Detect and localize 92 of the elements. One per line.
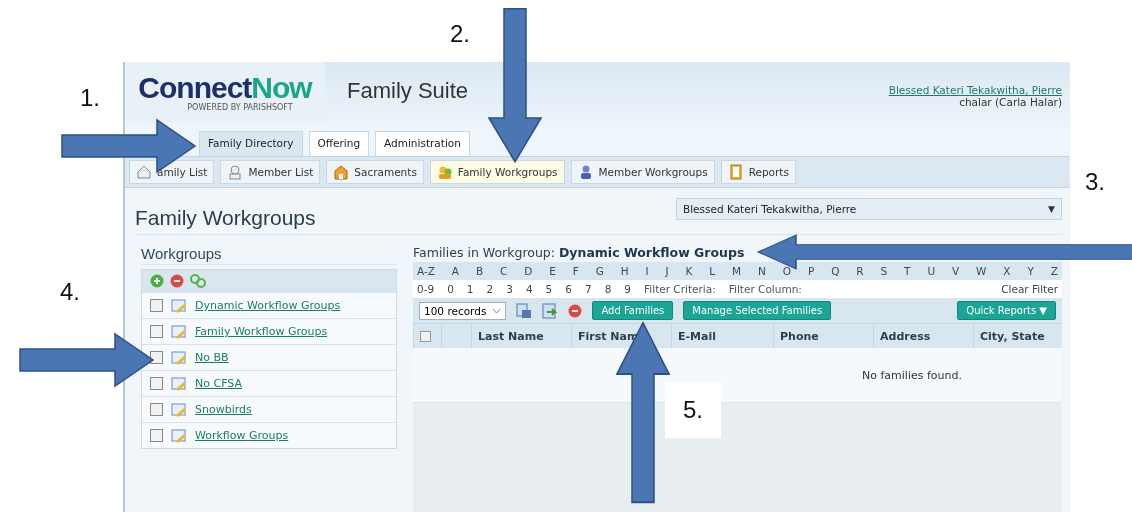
edit-icon[interactable] [171, 428, 187, 443]
house-icon [136, 164, 152, 180]
edit-icon[interactable] [171, 324, 187, 339]
group-icon [436, 164, 453, 180]
checkbox[interactable] [150, 351, 163, 364]
workgroup-link[interactable]: No CFSA [195, 377, 242, 390]
letter-filter[interactable]: N [758, 265, 766, 277]
letter-filter[interactable]: S [880, 265, 888, 277]
checkbox[interactable] [150, 429, 163, 442]
page-title: Family Workgroups [135, 206, 316, 230]
workgroup-link[interactable]: No BB [195, 351, 229, 364]
step-number: 3. [1085, 168, 1105, 196]
letter-filter[interactable]: A-Z [417, 265, 435, 277]
delete-icon[interactable] [568, 303, 583, 318]
digit-filter[interactable]: 8 [604, 283, 612, 295]
checkbox[interactable] [420, 330, 431, 342]
step-number: 5. [665, 382, 721, 438]
refresh-icon[interactable] [190, 274, 206, 288]
digit-filter[interactable]: 0 [447, 283, 454, 295]
letter-filter[interactable]: Y [1027, 265, 1034, 277]
subnav-item[interactable]: Member Workgroups [570, 160, 715, 184]
save-icon[interactable] [516, 302, 533, 319]
step-number: 4. [60, 278, 80, 306]
letter-filter[interactable]: R [856, 265, 864, 277]
letter-filter[interactable]: W [976, 265, 987, 277]
letter-filter[interactable]: I [645, 265, 649, 277]
tab[interactable]: Offering [308, 131, 370, 156]
edit-icon[interactable] [171, 402, 187, 417]
subnav-item[interactable]: amily List [129, 160, 215, 184]
export-icon[interactable] [542, 302, 559, 319]
letter-filter[interactable]: A [451, 265, 459, 277]
digit-filter[interactable]: 4 [525, 283, 533, 295]
letter-filter[interactable]: T [904, 265, 911, 277]
workgroup-link[interactable]: Workflow Groups [195, 429, 289, 442]
letter-filter[interactable]: Q [831, 265, 840, 277]
letter-filter[interactable]: J [665, 265, 669, 277]
remove-icon[interactable] [170, 274, 184, 288]
families-heading: Families in Workgroup: Dynamic Workflow Groups [413, 245, 746, 260]
letter-filter[interactable]: F [572, 265, 579, 277]
parish-link[interactable]: Blessed Kateri Tekakwitha, Pierre [888, 84, 1062, 96]
digit-filter[interactable]: 6 [565, 283, 572, 295]
checkbox[interactable] [150, 325, 163, 338]
notebook-icon [727, 164, 744, 180]
digit-filter[interactable]: 9 [624, 283, 632, 295]
edit-icon[interactable] [171, 298, 187, 313]
letter-filter[interactable]: E [549, 265, 556, 277]
user-login: chalar (Carla Halar) [959, 96, 1062, 108]
workgroup-link[interactable]: Family Workflow Groups [195, 325, 328, 338]
letter-filter[interactable]: O [782, 265, 792, 277]
edit-icon[interactable] [171, 350, 187, 365]
filter-criteria: Filter Criteria: [644, 283, 716, 295]
filter-column: Filter Column: [728, 283, 802, 295]
subnav-item[interactable]: Reports [720, 160, 796, 184]
letter-filter[interactable]: D [524, 265, 533, 277]
letter-filter[interactable]: P [807, 265, 815, 277]
suite-title: Family Suite [347, 78, 469, 104]
letter-filter[interactable]: B [475, 265, 484, 277]
clear-filter-link[interactable]: Clear Filter [1001, 283, 1058, 295]
digit-filter[interactable]: 7 [584, 283, 592, 295]
digit-filter[interactable]: 2 [486, 283, 494, 295]
checkbox[interactable] [150, 377, 163, 390]
letter-filter[interactable]: M [732, 265, 742, 277]
subnav-item[interactable]: Member List [220, 160, 321, 184]
letter-filter[interactable]: U [927, 265, 936, 277]
letter-filter[interactable]: C [500, 265, 508, 277]
subnav-item[interactable]: Sacraments [326, 160, 424, 184]
records-select[interactable]: 100 records [419, 301, 507, 320]
step-number: 2. [450, 20, 470, 48]
parish-select[interactable]: Blessed Kateri Tekakwitha, Pierre ▼ [676, 198, 1062, 220]
checkbox[interactable] [150, 299, 163, 312]
letter-filter[interactable]: Z [1050, 265, 1058, 277]
digit-filter[interactable]: 0-9 [417, 283, 435, 295]
letter-filter[interactable]: V [951, 265, 960, 277]
tab[interactable]: Family Directory [199, 131, 303, 156]
workgroup-link[interactable]: Snowbirds [195, 403, 252, 416]
add-icon[interactable] [150, 274, 164, 288]
letter-filter[interactable]: K [685, 265, 693, 277]
letter-filter[interactable]: G [595, 265, 604, 277]
empty-message: No families found. [862, 368, 962, 382]
letter-filter[interactable]: H [620, 265, 629, 277]
digit-filter[interactable]: 1 [466, 283, 474, 295]
tab[interactable]: Administration [375, 131, 470, 156]
step-number: 1. [80, 84, 100, 112]
digit-filter[interactable]: 5 [545, 283, 553, 295]
letter-filter[interactable]: X [1003, 265, 1011, 277]
section-title: Workgroups [141, 245, 397, 265]
subnav-item[interactable]: Family Workgroups [429, 160, 565, 184]
letter-filter[interactable]: L [709, 265, 716, 277]
digit-filter[interactable]: 3 [506, 283, 513, 295]
checkbox[interactable] [150, 403, 163, 416]
edit-icon[interactable] [171, 376, 187, 391]
workgroup-link[interactable]: Dynamic Workflow Groups [195, 299, 341, 312]
